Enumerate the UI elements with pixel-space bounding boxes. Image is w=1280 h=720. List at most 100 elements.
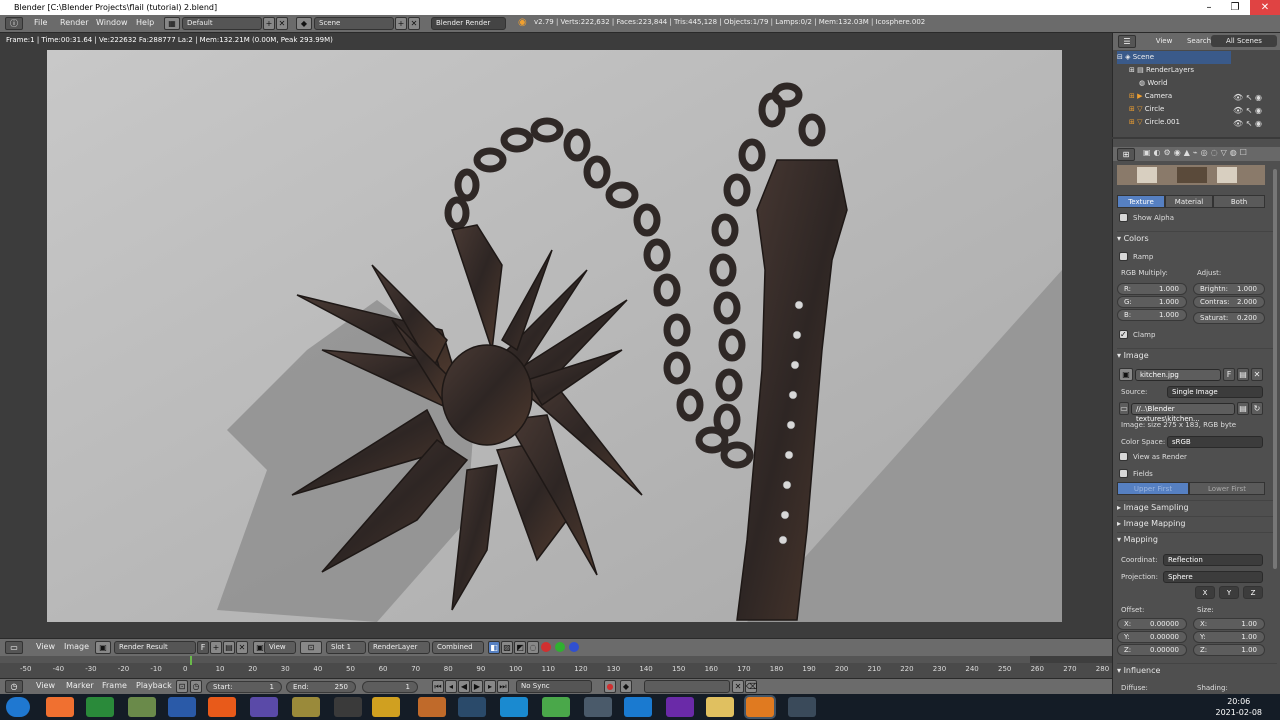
preview-texture-tab[interactable]: Texture <box>1117 195 1165 208</box>
system-clock[interactable]: 20:06 2021-02-08 <box>1216 696 1263 718</box>
play-icon[interactable]: ▶ <box>471 680 483 693</box>
menu-render[interactable]: Render <box>60 18 88 27</box>
render-fake-user-button[interactable]: F <box>197 641 209 654</box>
timeline-frame-menu[interactable]: Frame <box>102 681 127 690</box>
start-frame-field[interactable]: Start: 1 <box>206 681 282 693</box>
firefox-icon[interactable] <box>208 697 236 717</box>
upper-first-button[interactable]: Upper First <box>1117 482 1189 495</box>
preview-material-tab[interactable]: Material <box>1165 195 1213 208</box>
app-icon-orange[interactable] <box>418 697 446 717</box>
image-section-header[interactable]: ▾ Image <box>1117 348 1277 362</box>
slot-select[interactable]: Slot 1 <box>326 641 366 654</box>
next-key-icon[interactable]: ▸ <box>484 680 496 693</box>
b-field[interactable]: B: 1.000 <box>1117 309 1187 321</box>
mapping-section-header[interactable]: ▾ Mapping <box>1117 532 1277 546</box>
delete-key-icon[interactable]: ⌫ <box>745 680 757 693</box>
jump-start-icon[interactable]: ⏮ <box>432 680 444 693</box>
image-name-field[interactable]: kitchen.jpg <box>1135 369 1221 381</box>
color-space-select[interactable]: sRGB <box>1167 436 1263 448</box>
lower-first-button[interactable]: Lower First <box>1189 482 1265 495</box>
g-field[interactable]: G: 1.000 <box>1117 296 1187 308</box>
app-icon-purple[interactable] <box>250 697 278 717</box>
image-close-button[interactable]: ✕ <box>236 641 248 654</box>
brightness-field[interactable]: Brightn: 1.000 <box>1193 283 1265 295</box>
close-button[interactable]: ✕ <box>1250 0 1280 15</box>
layout-icon[interactable]: ▦ <box>164 17 180 30</box>
timeline-marker-menu[interactable]: Marker <box>66 681 94 690</box>
timeline-editor-icon[interactable]: ◷ <box>5 680 23 693</box>
current-frame-field[interactable]: 1 <box>362 681 418 693</box>
file-explorer-icon[interactable] <box>706 697 734 717</box>
offset-y-field[interactable]: Y: 0.00000 <box>1117 631 1187 643</box>
paint-icon[interactable] <box>128 697 156 717</box>
image-editor-type-icon[interactable]: ▭ <box>5 641 23 654</box>
coordinates-select[interactable]: Reflection <box>1163 554 1263 566</box>
edge-icon[interactable] <box>500 697 528 717</box>
blue-channel-icon[interactable] <box>569 642 579 652</box>
render-pass-select[interactable]: Combined <box>432 641 484 654</box>
alpha-icon[interactable]: ▨ <box>501 641 513 654</box>
menu-help[interactable]: Help <box>136 18 154 27</box>
menu-window[interactable]: Window <box>96 18 128 27</box>
outliner-row-camera[interactable]: ⊞ ▶ Camera <box>1129 90 1172 103</box>
axis-x-select[interactable]: X <box>1195 586 1215 599</box>
source-select[interactable]: Single Image <box>1167 386 1263 398</box>
context-tab-icons[interactable]: ▣◐⚙◉▲⌁◎◌▽◍☐ <box>1143 148 1250 157</box>
current-frame-marker[interactable] <box>190 656 192 665</box>
projection-select[interactable]: Sphere <box>1163 571 1263 583</box>
maximize-button[interactable]: ❐ <box>1222 0 1248 15</box>
outliner-row-circle001[interactable]: ⊞ ▽ Circle.001 <box>1129 116 1180 129</box>
app-icon-gray[interactable] <box>584 697 612 717</box>
prev-key-icon[interactable]: ◂ <box>445 680 457 693</box>
reload-icon[interactable]: ↻ <box>1251 402 1263 415</box>
preview-both-tab[interactable]: Both <box>1213 195 1265 208</box>
visibility-icons[interactable]: 👁 ↖ ◉ 👁 ↖ ◉ 👁 ↖ ◉ <box>1233 91 1262 130</box>
timeline-area[interactable]: -50 -40 -30 -20 -10 0 10 20 30 40 50 60 70 80 90 100 110… <box>0 656 1112 678</box>
size-y-field[interactable]: Y: 1.00 <box>1193 631 1265 643</box>
menu-file[interactable]: File <box>34 18 47 27</box>
internet-explorer-icon[interactable] <box>624 697 652 717</box>
contrast-field[interactable]: Contras: 2.000 <box>1193 296 1265 308</box>
outliner-all-scenes[interactable]: All Scenes <box>1211 35 1277 47</box>
outliner-row-world[interactable]: ◍ World <box>1139 77 1167 90</box>
z-buffer-icon[interactable]: ◩ <box>514 641 526 654</box>
app-icon-blue[interactable] <box>458 697 486 717</box>
pivot-icon[interactable]: ⊡ <box>300 641 322 654</box>
clamp-checkbox[interactable]: ✓ <box>1119 330 1128 339</box>
saturation-field[interactable]: Saturat: 0.200 <box>1193 312 1265 324</box>
chrome-icon[interactable] <box>372 697 400 717</box>
keying-set-field[interactable] <box>644 680 730 693</box>
minimize-button[interactable]: – <box>1196 0 1222 15</box>
green-channel-icon[interactable] <box>555 642 565 652</box>
image-browse-button[interactable]: ▣ <box>95 641 111 654</box>
word-icon[interactable] <box>168 697 196 717</box>
properties-editor-icon[interactable]: ⊞ <box>1117 148 1135 161</box>
image-open-icon[interactable]: ▤ <box>1237 368 1249 381</box>
axis-y-select[interactable]: Y <box>1219 586 1239 599</box>
view-mode-select[interactable]: View <box>264 641 296 654</box>
jump-end-icon[interactable]: ⏭ <box>497 680 509 693</box>
image-open-button[interactable]: ▤ <box>223 641 235 654</box>
layout-field[interactable]: Default <box>182 17 262 30</box>
size-x-field[interactable]: X: 1.00 <box>1193 618 1265 630</box>
remove-layout-button[interactable]: ✕ <box>276 17 288 30</box>
editor-type-icon[interactable]: ⓘ <box>5 17 23 30</box>
sync-mode-select[interactable]: No Sync <box>516 680 592 693</box>
image-path-field[interactable]: //..\Blender textures\kitchen... <box>1131 403 1235 423</box>
outliner-row-scene[interactable]: ⊟ ◈ Scene <box>1117 51 1231 64</box>
add-scene-button[interactable]: + <box>395 17 407 30</box>
add-layout-button[interactable]: + <box>263 17 275 30</box>
insert-key-icon[interactable]: ✕ <box>732 680 744 693</box>
draw-channels-icon[interactable]: ◧ <box>488 641 500 654</box>
media-player-icon[interactable] <box>46 697 74 717</box>
image-unlink-icon[interactable]: ✕ <box>1251 368 1263 381</box>
offset-z-field[interactable]: Z: 0.00000 <box>1117 644 1187 656</box>
excel-icon[interactable] <box>86 697 114 717</box>
app-icon-green[interactable] <box>542 697 570 717</box>
offset-x-field[interactable]: X: 0.00000 <box>1117 618 1187 630</box>
r-field[interactable]: R: 1.000 <box>1117 283 1187 295</box>
render-layer-select[interactable]: RenderLayer <box>368 641 430 654</box>
view-as-render-checkbox[interactable] <box>1119 452 1128 461</box>
render-result-field[interactable]: Render Result <box>114 641 196 654</box>
image-fake-user-button[interactable]: F <box>1223 368 1235 381</box>
